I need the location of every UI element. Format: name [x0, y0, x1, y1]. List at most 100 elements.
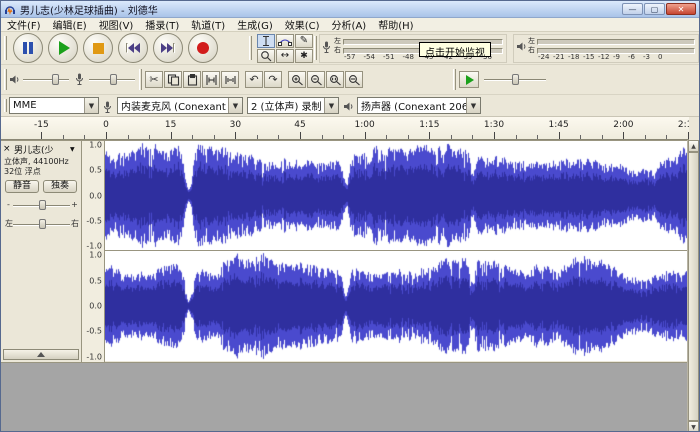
ruler-tick [235, 132, 236, 139]
selection-tool-button[interactable] [257, 34, 275, 48]
toolbar-grip[interactable] [4, 99, 7, 112]
recording-device-select[interactable]: 内装麦克风 (Conexant 206▼ [117, 97, 243, 114]
skip-end-button[interactable] [153, 33, 183, 63]
undo-icon: ↶ [249, 74, 258, 85]
slider-thumb[interactable] [512, 74, 519, 85]
toolbar-grip[interactable] [249, 36, 252, 60]
skip-start-button[interactable] [118, 33, 148, 63]
paste-button[interactable] [183, 71, 201, 88]
zoom-out-icon [310, 74, 323, 86]
pause-button[interactable] [13, 33, 43, 63]
menu-item[interactable]: 视图(V) [93, 17, 140, 32]
vertical-scrollbar[interactable]: ▲ ▼ [687, 140, 699, 432]
track-menu-arrow-icon[interactable]: ▼ [70, 146, 79, 153]
scroll-up-icon[interactable]: ▲ [688, 140, 699, 152]
mute-button[interactable]: 静音 [5, 180, 39, 193]
play-at-speed-icon [466, 75, 474, 85]
menu-item[interactable]: 帮助(H) [372, 17, 419, 32]
gain-slider[interactable]: - + [5, 198, 78, 212]
copy-button[interactable] [164, 71, 182, 88]
timeline-label: 1:15 [419, 120, 439, 130]
redo-button[interactable]: ↷ [264, 71, 282, 88]
play-button[interactable] [48, 33, 78, 63]
input-volume-slider[interactable] [89, 73, 135, 87]
slider-thumb[interactable] [110, 74, 117, 85]
recording-channels-select[interactable]: 2 (立体声) 录制▼ [247, 97, 339, 114]
slider-thumb[interactable] [39, 219, 46, 229]
waveform-left[interactable] [105, 141, 688, 250]
ruler-tick [559, 132, 560, 139]
toolbar-grip[interactable] [139, 69, 142, 90]
zoom-out-button[interactable] [307, 71, 325, 88]
meter-scale-label: -3 [643, 53, 650, 61]
slider-thumb[interactable] [52, 74, 59, 85]
ruler-tick [192, 135, 193, 139]
scroll-down-icon[interactable]: ▼ [688, 421, 699, 432]
silence-button[interactable] [221, 71, 239, 88]
redo-icon: ↷ [268, 74, 277, 85]
audio-host-select[interactable]: MME▼ [9, 97, 99, 114]
toolbar-grip[interactable] [314, 36, 317, 60]
toolbar-grip[interactable] [453, 69, 456, 90]
ruler-tick [257, 135, 258, 139]
stop-button[interactable] [83, 33, 113, 63]
cut-button[interactable]: ✂ [145, 71, 163, 88]
menu-item[interactable]: 文件(F) [1, 17, 47, 32]
menu-bar: 文件(F)编辑(E)视图(V)播录(T)轨道(T)生成(G)效果(C)分析(A)… [1, 18, 699, 32]
zoom-tool-button[interactable] [257, 49, 275, 63]
menu-item[interactable]: 效果(C) [279, 17, 326, 32]
toolbar-grip[interactable] [4, 36, 7, 60]
play-meter-bar-left [537, 39, 695, 45]
amplitude-label: -0.5 [86, 327, 102, 336]
amplitude-label: 0.5 [89, 276, 102, 285]
timeline-label: 1:00 [355, 120, 375, 130]
meter-scale-label: -57 [344, 53, 355, 61]
menu-item[interactable]: 播录(T) [139, 17, 185, 32]
ruler-tick [494, 132, 495, 139]
toolbar-row-2: ✂ ↶ ↷ [1, 65, 699, 95]
fit-selection-button[interactable] [326, 71, 344, 88]
playback-speed-slider[interactable] [484, 73, 546, 87]
slider-thumb[interactable] [39, 200, 46, 210]
record-button[interactable] [188, 33, 218, 63]
track-name[interactable]: 男儿志(少 [14, 143, 68, 156]
menu-item[interactable]: 编辑(E) [47, 17, 93, 32]
output-volume-slider[interactable] [23, 73, 69, 87]
ruler-tick [63, 135, 64, 139]
timeline-ruler[interactable]: -1501530451:001:151:301:452:002:15 [1, 117, 689, 140]
menu-item[interactable]: 生成(G) [231, 17, 279, 32]
timeshift-tool-button[interactable]: ↔ [276, 49, 294, 63]
menu-item[interactable]: 轨道(T) [185, 17, 231, 32]
ruler-tick [408, 135, 409, 139]
audio-clip[interactable] [105, 141, 688, 362]
trim-button[interactable] [202, 71, 220, 88]
zoom-in-button[interactable] [288, 71, 306, 88]
scrollbar-thumb[interactable] [688, 152, 699, 421]
menu-item[interactable]: 分析(A) [326, 17, 373, 32]
track-close-button[interactable]: × [3, 145, 12, 154]
minimize-button[interactable]: — [622, 3, 643, 15]
ruler-tick [128, 135, 129, 139]
maximize-button[interactable]: ▢ [644, 3, 665, 15]
ruler-tick [666, 135, 667, 139]
pan-slider[interactable]: 左 右 [5, 217, 78, 231]
draw-tool-button[interactable]: ✎ [295, 34, 313, 48]
close-button[interactable]: ✕ [666, 3, 696, 15]
envelope-tool-button[interactable] [276, 34, 294, 48]
play-at-speed-button[interactable] [459, 71, 479, 88]
multi-tool-button[interactable]: ✱ [295, 49, 313, 63]
fit-project-button[interactable] [345, 71, 363, 88]
ruler-tick [688, 132, 689, 139]
toolbar-grip[interactable] [4, 69, 7, 90]
pan-left-label: 左 [5, 220, 12, 228]
input-volume-icon [75, 73, 84, 86]
timeline-label: 45 [294, 120, 305, 130]
play-meter[interactable]: 左 右 -24-21-18-15-12-9-6-30 [513, 34, 699, 63]
solo-button[interactable]: 独奏 [43, 180, 77, 193]
track-area: × 男儿志(少 ▼ 立体声, 44100Hz 32位 浮点 静音 独奏 - + … [1, 140, 689, 363]
timeline-label: 0 [103, 120, 109, 130]
waveform-right[interactable] [105, 251, 688, 361]
playback-device-select[interactable]: 扬声器 (Conexant 20671 S▼ [357, 97, 481, 114]
undo-button[interactable]: ↶ [245, 71, 263, 88]
track-collapse-button[interactable] [3, 349, 79, 360]
